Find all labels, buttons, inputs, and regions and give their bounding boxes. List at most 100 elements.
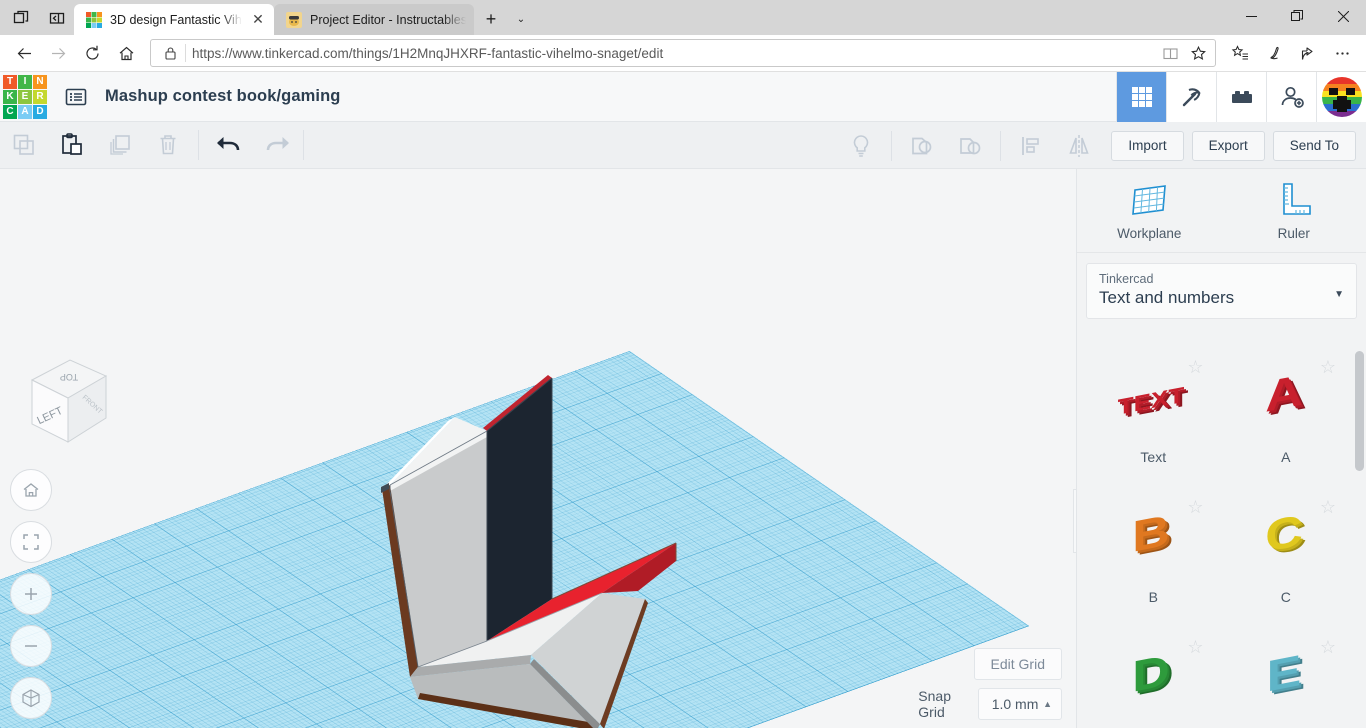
workplane-icon [1132, 185, 1167, 215]
close-button[interactable] [1320, 0, 1366, 32]
view-cube-top-label: TOP [60, 372, 78, 382]
shape-item-e[interactable]: ☆ E E E E [1220, 629, 1353, 728]
logo-tile-d: D [33, 104, 47, 119]
shape-item-b[interactable]: ☆ B B B B [1087, 489, 1220, 629]
close-icon[interactable]: ✕ [250, 11, 266, 28]
lock-icon [155, 46, 185, 60]
tab-list-chevron-down-icon[interactable]: ⌄ [508, 4, 534, 35]
blocks-icon[interactable] [1216, 72, 1266, 122]
settings-more-icon[interactable] [1326, 38, 1358, 68]
window-controls [1228, 0, 1366, 35]
favorite-star-icon[interactable]: ☆ [1320, 357, 1336, 378]
fit-to-view-icon[interactable] [10, 521, 52, 563]
browser-tab-tinkercad[interactable]: 3D design Fantastic Vihelmo Snaget ✕ [74, 4, 274, 35]
favorite-star-icon[interactable]: ☆ [1320, 497, 1336, 518]
library-source: Tinkercad [1099, 272, 1154, 286]
collections-pen-icon[interactable] [1258, 38, 1290, 68]
browser-navbar: https://www.tinkercad.com/things/1H2MnqJ… [0, 35, 1366, 72]
snap-grid-value: 1.0 mm [991, 696, 1039, 712]
duplicate-icon [96, 122, 144, 168]
undo-icon[interactable] [205, 122, 253, 168]
home-view-icon[interactable] [10, 469, 52, 511]
avatar[interactable] [1316, 72, 1366, 122]
share-icon[interactable] [1292, 38, 1324, 68]
chevron-down-icon: ▼ [1334, 289, 1344, 300]
tinkercad-logo[interactable]: TIN KER CAD [3, 74, 47, 119]
address-divider [185, 44, 186, 62]
tab-overview-icon[interactable] [10, 7, 32, 29]
paste-icon[interactable] [48, 122, 96, 168]
zoom-out-icon[interactable] [10, 625, 52, 667]
browser-titlebar: 3D design Fantastic Vihelmo Snaget ✕ Pro… [0, 0, 1366, 35]
minimize-button[interactable] [1228, 0, 1274, 32]
shape-library-scrollbar[interactable] [1355, 345, 1364, 724]
forward-arrow-icon [42, 38, 74, 68]
browser-tab-instructables[interactable]: Project Editor - Instructables [274, 4, 474, 35]
new-tab-button[interactable]: + [474, 4, 508, 35]
book-3d-model[interactable] [0, 169, 1076, 728]
pickaxe-icon[interactable] [1166, 72, 1216, 122]
scrollbar-thumb[interactable] [1355, 351, 1364, 471]
export-button[interactable]: Export [1191, 130, 1265, 161]
shape-label: A [1281, 449, 1291, 465]
3d-viewport[interactable]: TOP LEFT FRONT Edit Grid Snap Grid 1.0 m… [0, 169, 1076, 728]
chevron-up-icon: ▲ [1043, 699, 1052, 709]
delete-trash-icon [144, 122, 192, 168]
browser-window: 3D design Fantastic Vihelmo Snaget ✕ Pro… [0, 0, 1366, 728]
favorite-star-icon[interactable]: ☆ [1187, 357, 1203, 378]
svg-text:B: B [1132, 507, 1170, 562]
shape-item-a[interactable]: ☆ A A A A [1220, 349, 1353, 489]
ruler-tool[interactable]: Ruler [1222, 169, 1366, 252]
copy-icon [0, 122, 48, 168]
url-text: https://www.tinkercad.com/things/1H2MnqJ… [192, 45, 664, 61]
logo-tile-c: C [3, 104, 17, 119]
view-cube[interactable]: TOP LEFT FRONT [14, 354, 110, 454]
orthographic-toggle-icon[interactable] [10, 677, 52, 719]
logo-tile-e: E [18, 89, 32, 104]
edit-toolbar: Import Export Send To [0, 122, 1366, 169]
refresh-icon[interactable] [76, 38, 108, 68]
star-icon[interactable] [1185, 41, 1211, 65]
toolbar-divider [198, 130, 199, 160]
tinkercad-app: TINKERCAD Mashup contest book/gaming Imp… [0, 72, 1366, 728]
shape-library[interactable]: ☆ TEXT TEXT TEXT Text ☆ A A A A ☆ B B B B ☆… [1077, 341, 1366, 728]
import-button[interactable]: Import [1111, 130, 1184, 161]
gallery-grid-icon[interactable] [1116, 72, 1166, 122]
shape-item-c[interactable]: ☆ C C C C [1220, 489, 1353, 629]
svg-text:E: E [1266, 647, 1301, 701]
ruler-label: Ruler [1277, 226, 1310, 241]
zoom-in-icon[interactable] [10, 573, 52, 615]
group-icon [898, 123, 946, 169]
snap-grid-select[interactable]: 1.0 mm ▲ [977, 688, 1062, 720]
address-bar-icons [1157, 41, 1211, 65]
favorites-list-icon[interactable] [1224, 38, 1256, 68]
book-icon[interactable] [1157, 41, 1183, 65]
home-icon[interactable] [110, 38, 142, 68]
svg-text:D: D [1132, 647, 1170, 702]
invite-person-icon[interactable] [1266, 72, 1316, 122]
library-category: Text and numbers [1099, 288, 1235, 307]
send-to-button[interactable]: Send To [1272, 130, 1356, 161]
split-screen-icon[interactable] [46, 7, 68, 29]
toolbar-divider-4 [1000, 130, 1002, 161]
shape-item-text[interactable]: ☆ TEXT TEXT TEXT Text [1087, 349, 1220, 489]
logo-tile-n: N [33, 74, 47, 89]
edit-grid-button[interactable]: Edit Grid [973, 648, 1062, 680]
address-bar[interactable]: https://www.tinkercad.com/things/1H2MnqJ… [150, 39, 1216, 67]
library-selector[interactable]: Tinkercad Text and numbers ▼ [1086, 263, 1357, 319]
shape-label: Text [1140, 449, 1167, 465]
logo-tile-i: I [18, 74, 32, 89]
ruler-icon [1282, 183, 1311, 215]
shape-grid: ☆ TEXT TEXT TEXT Text ☆ A A A A ☆ B B B B ☆… [1087, 349, 1352, 728]
favorite-star-icon[interactable]: ☆ [1187, 497, 1203, 518]
restore-button[interactable] [1274, 0, 1320, 32]
snap-grid-row: Snap Grid 1.0 mm ▲ [918, 688, 1062, 720]
list-menu-icon[interactable] [61, 82, 91, 112]
favorite-star-icon[interactable]: ☆ [1320, 637, 1336, 658]
back-arrow-icon[interactable] [8, 38, 40, 68]
workplane-tool[interactable]: Workplane [1077, 169, 1222, 252]
align-icon [1007, 123, 1055, 169]
mirror-icon [1055, 123, 1103, 169]
favorite-star-icon[interactable]: ☆ [1187, 637, 1203, 658]
shape-item-d[interactable]: ☆ D D D D [1087, 629, 1220, 728]
